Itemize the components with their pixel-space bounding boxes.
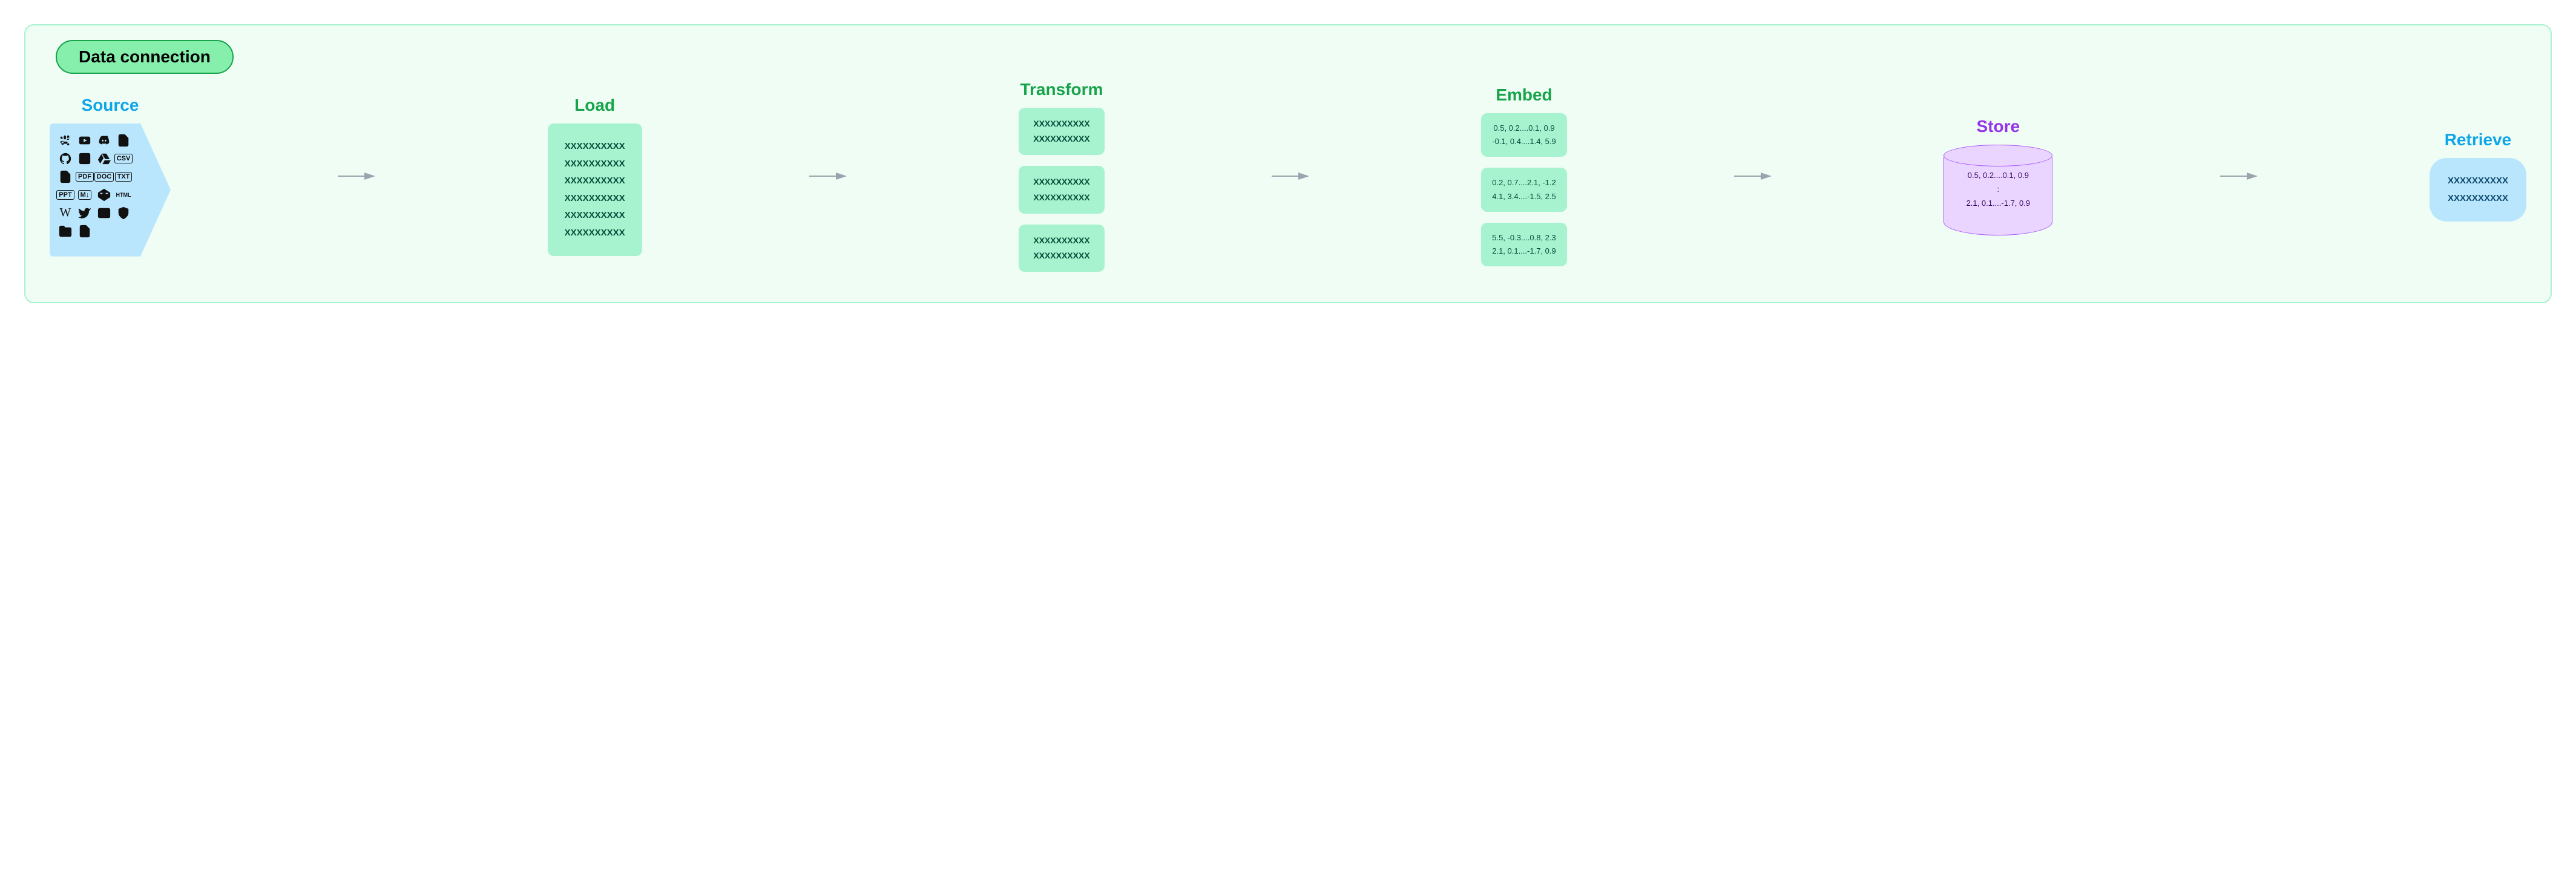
arrow-5 <box>2220 170 2262 182</box>
diagram-title-badge: Data connection <box>56 40 234 74</box>
embed-vector: 5.5, -0.3....0.8, 2.3 2.1, 0.1....-1.7, … <box>1481 223 1567 266</box>
retrieve-line: XXXXXXXXXX <box>2448 190 2508 208</box>
store-line: 2.1, 0.1....-1.7, 0.9 <box>1954 196 2042 210</box>
stage-label-source: Source <box>82 96 139 115</box>
vector-line: 4.1, 3.4....-1.5, 2.5 <box>1492 190 1556 203</box>
codepen-icon <box>97 188 111 202</box>
shield-icon <box>116 206 131 220</box>
embed-vector: 0.5, 0.2....0.1, 0.9 -0.1, 0.4....1.4, 5… <box>1481 113 1567 157</box>
load-line: XXXXXXXXXX <box>565 225 625 242</box>
vector-line: 0.5, 0.2....0.1, 0.9 <box>1492 122 1556 135</box>
diagram-title: Data connection <box>79 47 211 66</box>
discord-icon <box>97 133 111 148</box>
stage-embed: Embed 0.5, 0.2....0.1, 0.9 -0.1, 0.4....… <box>1481 85 1567 266</box>
arrow-1 <box>338 170 380 182</box>
arrow-2 <box>809 170 852 182</box>
stage-label-transform: Transform <box>1020 80 1103 99</box>
ppt-icon: PPT <box>58 188 73 202</box>
txt-icon: TXT <box>116 169 131 184</box>
pdf-icon: PDF <box>77 169 92 184</box>
twitter-icon <box>77 206 92 220</box>
file-icon <box>116 133 131 148</box>
folder-icon <box>58 224 73 238</box>
store-line: 0.5, 0.2....0.1, 0.9 <box>1954 168 2042 182</box>
gdrive-icon <box>97 151 111 166</box>
transform-chunks: XXXXXXXXXX XXXXXXXXXX XXXXXXXXXX XXXXXXX… <box>1019 108 1104 272</box>
vector-line: 2.1, 0.1....-1.7, 0.9 <box>1492 245 1556 258</box>
image-icon <box>77 151 92 166</box>
chunk-line: XXXXXXXXXX <box>1033 248 1089 263</box>
embed-vectors: 0.5, 0.2....0.1, 0.9 -0.1, 0.4....1.4, 5… <box>1481 113 1567 266</box>
load-line: XXXXXXXXXX <box>565 207 625 225</box>
file2-icon <box>77 224 92 238</box>
vector-line: 5.5, -0.3....0.8, 2.3 <box>1492 231 1556 245</box>
youtube-icon <box>77 133 92 148</box>
pipeline-row: Source CSV PDF DOC TXT PPT M↓ HTML W <box>50 80 2526 272</box>
retrieve-box: XXXXXXXXXX XXXXXXXXXX <box>2430 158 2526 222</box>
stage-store: Store 0.5, 0.2....0.1, 0.9 : 2.1, 0.1...… <box>1944 117 2052 235</box>
embed-vector: 0.2, 0.7....2.1, -1.2 4.1, 3.4....-1.5, … <box>1481 168 1567 211</box>
vector-line: -0.1, 0.4....1.4, 5.9 <box>1492 135 1556 148</box>
slack-icon <box>58 133 73 148</box>
stage-retrieve: Retrieve XXXXXXXXXX XXXXXXXXXX <box>2430 130 2526 222</box>
stage-transform: Transform XXXXXXXXXX XXXXXXXXXX XXXXXXXX… <box>1019 80 1104 272</box>
arrow-4 <box>1734 170 1776 182</box>
transform-chunk: XXXXXXXXXX XXXXXXXXXX <box>1019 108 1104 155</box>
github-icon <box>58 151 73 166</box>
stage-load: Load XXXXXXXXXX XXXXXXXXXX XXXXXXXXXX XX… <box>548 96 642 256</box>
doc2-icon: DOC <box>97 169 111 184</box>
csv-icon: CSV <box>116 151 131 166</box>
chunk-line: XXXXXXXXXX <box>1033 174 1089 189</box>
transform-chunk: XXXXXXXXXX XXXXXXXXXX <box>1019 225 1104 272</box>
load-line: XXXXXXXXXX <box>565 173 625 190</box>
load-line: XXXXXXXXXX <box>565 190 625 208</box>
load-line: XXXXXXXXXX <box>565 156 625 173</box>
transform-chunk: XXXXXXXXXX XXXXXXXXXX <box>1019 166 1104 213</box>
store-cylinder: 0.5, 0.2....0.1, 0.9 : 2.1, 0.1....-1.7,… <box>1944 145 2052 235</box>
chunk-line: XXXXXXXXXX <box>1033 116 1089 131</box>
arrow-3 <box>1272 170 1314 182</box>
chunk-line: XXXXXXXXXX <box>1033 190 1089 205</box>
stage-label-retrieve: Retrieve <box>2445 130 2512 150</box>
mail-icon <box>97 206 111 220</box>
retrieve-line: XXXXXXXXXX <box>2448 173 2508 190</box>
md-icon: M↓ <box>77 188 92 202</box>
source-shape: CSV PDF DOC TXT PPT M↓ HTML W <box>50 123 171 257</box>
chunk-line: XXXXXXXXXX <box>1033 131 1089 146</box>
chunk-line: XXXXXXXXXX <box>1033 233 1089 248</box>
stage-label-load: Load <box>574 96 615 115</box>
store-line: : <box>1954 182 2042 196</box>
stage-label-embed: Embed <box>1496 85 1552 105</box>
diagram-container: Data connection Source CSV PDF DOC TXT P… <box>24 24 2552 303</box>
load-line: XXXXXXXXXX <box>565 138 625 156</box>
vector-line: 0.2, 0.7....2.1, -1.2 <box>1492 176 1556 189</box>
doc-icon <box>58 169 73 184</box>
html-icon: HTML <box>116 188 131 202</box>
wikipedia-icon: W <box>58 206 73 220</box>
stage-source: Source CSV PDF DOC TXT PPT M↓ HTML W <box>50 96 171 257</box>
stage-label-store: Store <box>1977 117 2020 136</box>
load-box: XXXXXXXXXX XXXXXXXXXX XXXXXXXXXX XXXXXXX… <box>548 123 642 256</box>
